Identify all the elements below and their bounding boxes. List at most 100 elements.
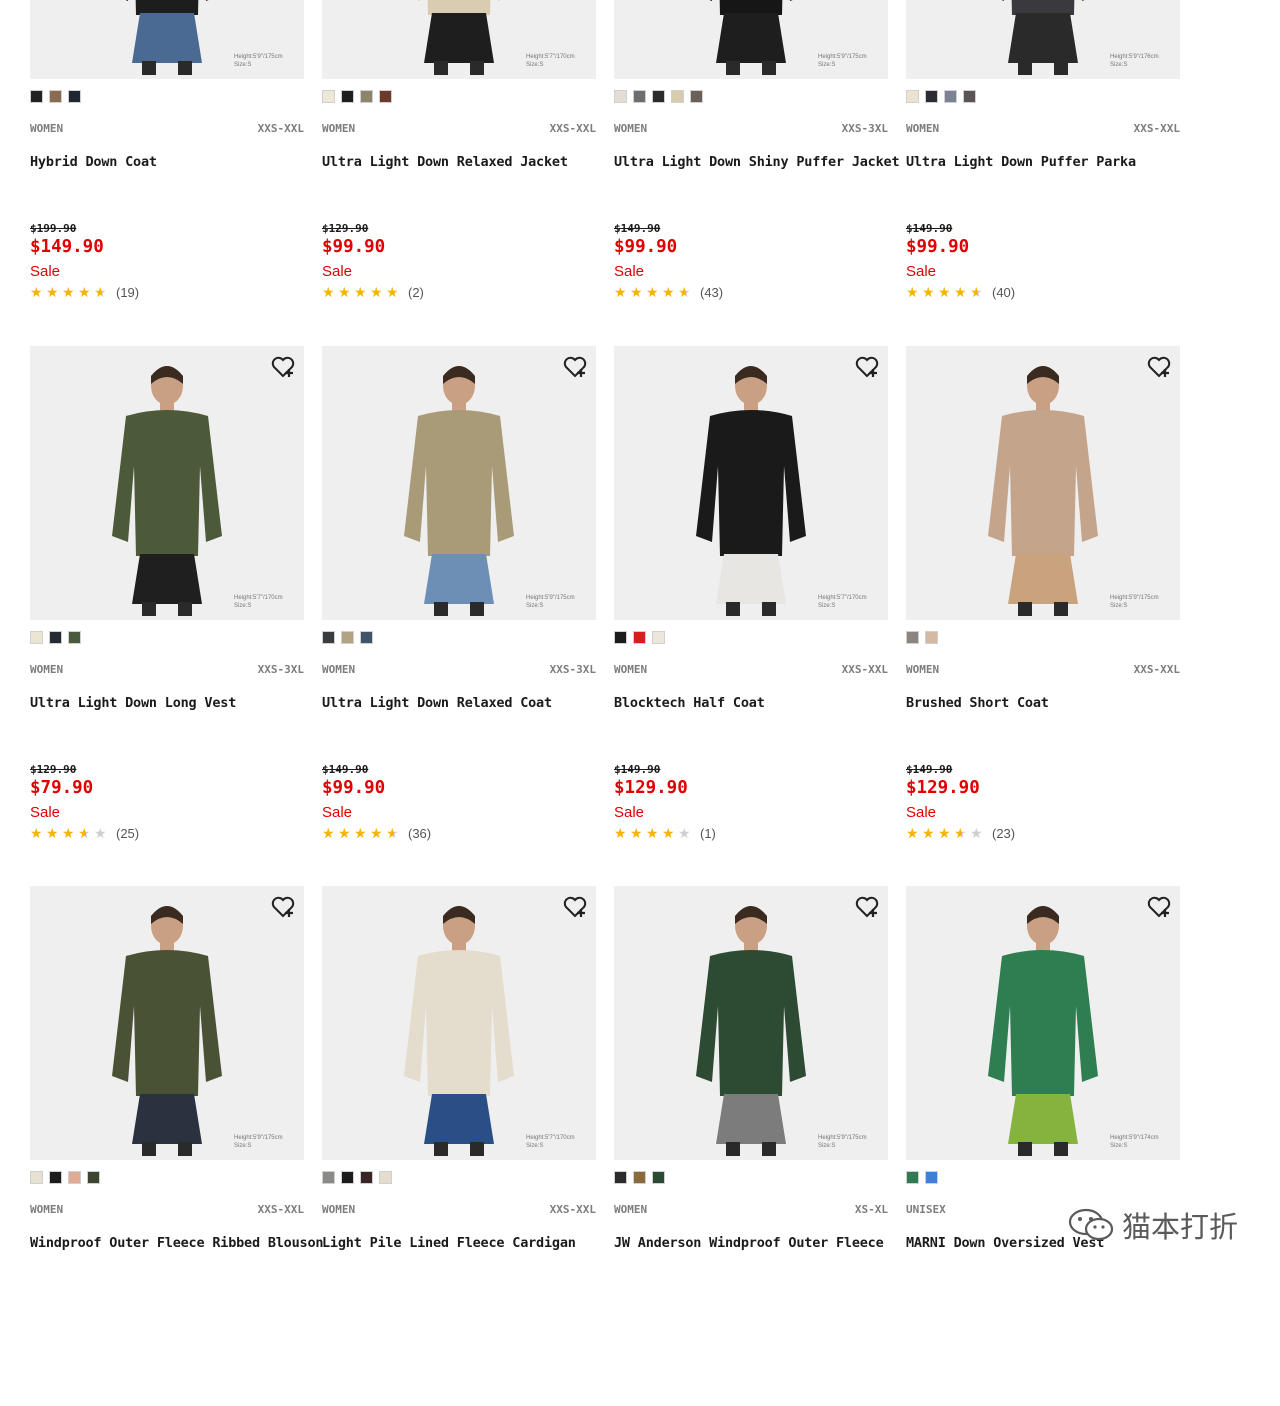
wishlist-heart-icon[interactable] xyxy=(270,894,296,920)
color-swatch[interactable] xyxy=(652,1171,665,1184)
color-swatch[interactable] xyxy=(614,1171,627,1184)
wishlist-heart-icon[interactable] xyxy=(1146,894,1172,920)
product-name[interactable]: JW Anderson Windproof Outer Fleece xyxy=(614,1235,904,1251)
product-image[interactable]: Height:5'7"/170cm Size:S xyxy=(614,346,888,620)
product-card[interactable]: Height:5'7"/170cm Size:S WOMEN XXS-3XL Ultr… xyxy=(30,346,304,866)
color-swatch[interactable] xyxy=(322,90,335,103)
color-swatch[interactable] xyxy=(30,631,43,644)
product-image[interactable]: Height:5'9"/175cm Size:S xyxy=(614,886,888,1160)
color-swatch[interactable] xyxy=(322,1171,335,1184)
color-swatch[interactable] xyxy=(360,1171,373,1184)
color-swatch[interactable] xyxy=(360,90,373,103)
color-swatch[interactable] xyxy=(944,90,957,103)
product-card[interactable]: Height:5'7"/170cm Size:S WOMEN XXS-XXL Ligh… xyxy=(322,886,596,1406)
color-swatch[interactable] xyxy=(68,631,81,644)
color-swatch[interactable] xyxy=(652,90,665,103)
color-swatch[interactable] xyxy=(360,631,373,644)
review-count[interactable]: (1) xyxy=(700,826,716,841)
color-swatch[interactable] xyxy=(614,631,627,644)
product-image[interactable]: Height:5'9"/175cm Size:S xyxy=(30,886,304,1160)
product-card[interactable]: Height:5'9"/175cm Size:S WOMEN XXS-XXL Brus… xyxy=(906,346,1180,866)
color-swatches xyxy=(906,631,938,645)
product-name[interactable]: Brushed Short Coat xyxy=(906,695,1196,711)
product-image[interactable]: Height:5'9"/175cm Size:S xyxy=(906,346,1180,620)
product-name[interactable]: Ultra Light Down Shiny Puffer Jacket xyxy=(614,154,904,170)
color-swatches xyxy=(322,90,392,104)
color-swatch[interactable] xyxy=(49,631,62,644)
review-count[interactable]: (23) xyxy=(992,826,1015,841)
review-count[interactable]: (25) xyxy=(116,826,139,841)
product-image[interactable]: Height:5'9"/175cm Size:S xyxy=(614,0,888,79)
wishlist-heart-icon[interactable] xyxy=(854,354,880,380)
product-card[interactable]: Height:5'9"/176cm Size:S WOMEN XXS-XXL Ultr… xyxy=(906,0,1180,325)
product-image[interactable]: Height:5'7"/170cm Size:S xyxy=(322,0,596,79)
review-count[interactable]: (36) xyxy=(408,826,431,841)
product-name[interactable]: Ultra Light Down Relaxed Coat xyxy=(322,695,612,711)
product-name[interactable]: Hybrid Down Coat xyxy=(30,154,320,170)
product-image[interactable]: Height:5'9"/175cm Size:S xyxy=(30,0,304,79)
product-image[interactable]: Height:5'7"/170cm Size:S xyxy=(30,346,304,620)
product-meta: WOMEN XXS-XXL xyxy=(906,122,1180,136)
product-card[interactable]: Height:5'7"/170cm Size:S WOMEN XXS-XXL Bloc… xyxy=(614,346,888,866)
star-rating: ★ ★ ★ ★ ★ (23) xyxy=(906,825,1015,841)
model-size-note: Height:5'9"/175cm Size:S xyxy=(1110,595,1159,609)
color-swatch[interactable] xyxy=(322,631,335,644)
color-swatch[interactable] xyxy=(925,1171,938,1184)
product-name[interactable]: Windproof Outer Fleece Ribbed Blouson xyxy=(30,1235,324,1251)
wishlist-heart-icon[interactable] xyxy=(270,354,296,380)
color-swatch[interactable] xyxy=(906,1171,919,1184)
color-swatch[interactable] xyxy=(633,90,646,103)
star-rating: ★ ★ ★ ★ ★ (43) xyxy=(614,284,723,300)
color-swatch[interactable] xyxy=(49,90,62,103)
color-swatch[interactable] xyxy=(925,90,938,103)
product-card[interactable]: Height:5'9"/175cm Size:S WOMEN XXS-3XL Ultr… xyxy=(614,0,900,325)
product-image[interactable]: Height:5'9"/176cm Size:S xyxy=(906,0,1180,79)
product-photo-model xyxy=(988,366,1098,616)
color-swatch[interactable] xyxy=(341,90,354,103)
product-card[interactable]: Height:5'9"/175cm Size:S WOMEN XXS-XXL Wind… xyxy=(30,886,324,1406)
product-card[interactable]: Height:5'9"/175cm Size:S WOMEN XS-XL JW And… xyxy=(614,886,888,1406)
color-swatch[interactable] xyxy=(690,90,703,103)
wishlist-heart-icon[interactable] xyxy=(854,894,880,920)
product-name[interactable]: Ultra Light Down Puffer Parka xyxy=(906,154,1196,170)
product-image[interactable]: Height:5'7"/170cm Size:S xyxy=(322,886,596,1160)
product-name[interactable]: Ultra Light Down Long Vest xyxy=(30,695,320,711)
color-swatch[interactable] xyxy=(633,631,646,644)
review-count[interactable]: (40) xyxy=(992,285,1015,300)
color-swatches xyxy=(614,631,665,645)
color-swatch[interactable] xyxy=(30,90,43,103)
color-swatch[interactable] xyxy=(633,1171,646,1184)
color-swatch[interactable] xyxy=(652,631,665,644)
color-swatch[interactable] xyxy=(906,631,919,644)
product-name[interactable]: Blocktech Half Coat xyxy=(614,695,904,711)
color-swatch[interactable] xyxy=(87,1171,100,1184)
product-card[interactable]: Height:5'7"/170cm Size:S WOMEN XXS-XXL Ultr… xyxy=(322,0,596,325)
color-swatch[interactable] xyxy=(341,1171,354,1184)
color-swatch[interactable] xyxy=(49,1171,62,1184)
color-swatch[interactable] xyxy=(341,631,354,644)
color-swatch[interactable] xyxy=(906,90,919,103)
review-count[interactable]: (2) xyxy=(408,285,424,300)
color-swatch[interactable] xyxy=(671,90,684,103)
star-icon: ★ xyxy=(906,284,919,300)
wishlist-heart-icon[interactable] xyxy=(562,354,588,380)
product-image[interactable]: Height:5'9"/175cm Size:S xyxy=(322,346,596,620)
color-swatch[interactable] xyxy=(68,90,81,103)
color-swatch[interactable] xyxy=(379,1171,392,1184)
product-image[interactable]: Height:5'9"/174cm Size:S xyxy=(906,886,1180,1160)
color-swatch[interactable] xyxy=(614,90,627,103)
product-card[interactable]: Height:5'9"/174cm Size:S UNISEX MARNI Down… xyxy=(906,886,1180,1406)
color-swatch[interactable] xyxy=(925,631,938,644)
review-count[interactable]: (19) xyxy=(116,285,139,300)
color-swatch[interactable] xyxy=(379,90,392,103)
color-swatch[interactable] xyxy=(68,1171,81,1184)
product-card[interactable]: Height:5'9"/175cm Size:S WOMEN XXS-3XL Ultr… xyxy=(322,346,596,866)
product-card[interactable]: Height:5'9"/175cm Size:S WOMEN XXS-XXL Hybr… xyxy=(30,0,304,325)
wishlist-heart-icon[interactable] xyxy=(562,894,588,920)
wishlist-heart-icon[interactable] xyxy=(1146,354,1172,380)
review-count[interactable]: (43) xyxy=(700,285,723,300)
color-swatch[interactable] xyxy=(963,90,976,103)
color-swatch[interactable] xyxy=(30,1171,43,1184)
product-name[interactable]: Ultra Light Down Relaxed Jacket xyxy=(322,154,612,170)
product-name[interactable]: Light Pile Lined Fleece Cardigan xyxy=(322,1235,612,1251)
